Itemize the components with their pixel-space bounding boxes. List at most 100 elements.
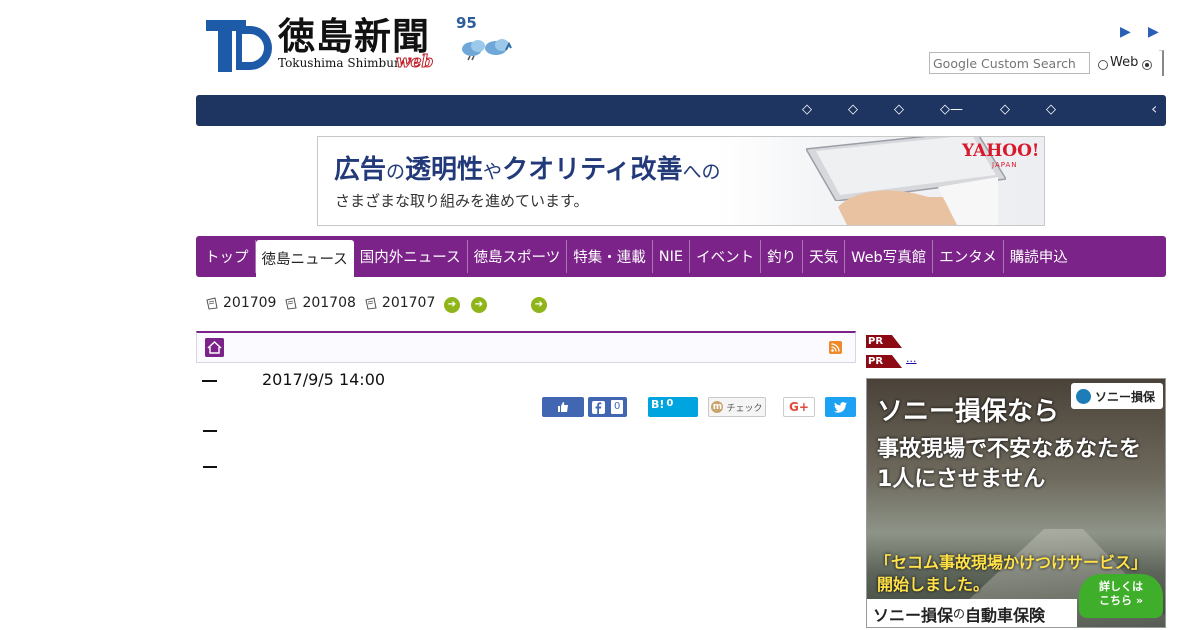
top-nav-bar: ◇ ◇ ◇ ◇— ◇ ◇ ‹ <box>196 95 1166 126</box>
hatena-count: 0 <box>666 398 674 409</box>
archive-link[interactable]: 201707 <box>365 295 435 311</box>
folder-icon <box>206 296 218 310</box>
footer-product: 自動車保険 <box>965 605 1046 625</box>
archive-label: 201707 <box>381 295 436 311</box>
footer-particle: の <box>953 607 966 621</box>
search-input[interactable] <box>929 52 1090 74</box>
sony-insurance-badge: ソニー損保 <box>1071 383 1163 409</box>
ad-headline: 広告の透明性やクオリティ改善への <box>334 149 721 186</box>
sidebar-ad-body: 事故現場で不安なあなたを 1人にさせません <box>877 435 1141 495</box>
pr-tag: PR <box>866 355 902 368</box>
arrow-right-circle-icon[interactable]: ➔ <box>471 297 487 313</box>
ad-subline: さまざまな取り組みを進めています。 <box>335 192 589 210</box>
twitter-button[interactable] <box>825 397 856 417</box>
ad-banner[interactable]: 広告の透明性やクオリティ改善への さまざまな取り組みを進めています。 YAHOO… <box>317 136 1045 226</box>
sidebar-ad-body-line: 事故現場で不安なあなたを <box>877 437 1142 462</box>
sidebar-ad-service: 「セコム事故現場かけつけサービス」 <box>875 553 1148 572</box>
facebook-like-button[interactable] <box>542 397 584 417</box>
tab-domestic-intl-news[interactable]: 国内外ニュース <box>354 240 468 273</box>
tab-web-photo[interactable]: Web写真館 <box>845 240 934 273</box>
content-placeholder <box>203 466 217 468</box>
search-scope-web-radio[interactable] <box>1142 60 1152 70</box>
pr-link[interactable]: ... <box>906 352 917 365</box>
arrow-right-circle-icon[interactable]: ➔ <box>444 297 460 313</box>
nav-item[interactable]: ◇— <box>940 102 963 117</box>
arrow-link-icon[interactable]: ▶ <box>1120 24 1131 40</box>
twitter-bird-icon <box>834 401 847 413</box>
tab-events[interactable]: イベント <box>690 240 762 273</box>
sidebar-ad-service-sub: 開始しました。 <box>877 575 990 594</box>
sidebar-ad-body-line: 1人にさせません <box>877 467 1046 492</box>
ad-headline-part: の <box>386 161 406 183</box>
td-logo-icon <box>206 20 272 72</box>
folder-icon <box>365 296 377 310</box>
mixi-icon: m <box>711 401 724 413</box>
page: 徳島新聞 Tokushima Shimbun web 95 ▶ ▶ Web ◇ … <box>0 0 1200 630</box>
footer-brand: ソニー損保 <box>873 605 954 625</box>
pr-tag: PR <box>866 335 902 348</box>
tab-tokushima-sports[interactable]: 徳島スポーツ <box>468 240 568 273</box>
folder-icon <box>285 296 298 310</box>
logo-subtitle: Tokushima Shimbun <box>278 56 402 70</box>
cloudy-weather-icon[interactable] <box>460 36 514 62</box>
thumbs-up-icon <box>558 402 568 412</box>
nav-item[interactable]: ◇ <box>802 102 812 117</box>
archive-label: 201709 <box>223 295 277 311</box>
tab-top[interactable]: トップ <box>199 240 256 273</box>
tab-tokushima-news[interactable]: 徳島ニュース <box>255 240 354 277</box>
arrow-right-circle-icon[interactable]: ➔ <box>531 297 547 313</box>
archive-links: 201709 201708 201707 <box>206 295 444 311</box>
ad-headline-part: 広告 <box>334 155 387 185</box>
mixi-check-button[interactable]: m チェック <box>708 397 766 417</box>
site-logo[interactable]: 徳島新聞 Tokushima Shimbun web <box>206 14 438 74</box>
details-button[interactable]: 詳しくは こちら » <box>1079 574 1163 618</box>
search-scope-site-radio[interactable] <box>1098 60 1108 70</box>
rss-icon[interactable] <box>829 341 842 354</box>
article-date: 2017/9/5 14:00 <box>262 370 386 389</box>
google-plus-button[interactable]: G+ <box>783 397 815 417</box>
yahoo-brand-sub: JAPAN <box>992 161 1018 169</box>
category-tabs: トップ 徳島ニュース 国内外ニュース 徳島スポーツ 特集・連載 NIE イベント… <box>196 236 1166 277</box>
details-button-label: こちら » <box>1099 594 1143 607</box>
sidebar-ad-headline: ソニー損保なら <box>877 397 1060 427</box>
mixi-label: チェック <box>726 403 763 414</box>
sidebar-ad[interactable]: ソニー損保 ソニー損保なら 事故現場で不安なあなたを 1人にさせません 「セコム… <box>866 378 1166 628</box>
nav-item[interactable]: ◇ <box>1000 102 1010 117</box>
search-button[interactable] <box>1159 50 1164 76</box>
ad-headline-part: クオリティ改善 <box>502 155 683 185</box>
hatena-bookmark-button[interactable]: B! 0 <box>648 397 698 417</box>
facebook-share-count: 0 <box>611 400 624 414</box>
archive-label: 201708 <box>302 295 356 311</box>
content-placeholder <box>203 430 217 432</box>
nav-item[interactable]: ◇ <box>894 102 904 117</box>
search-scope-web-label: Web <box>1110 55 1139 70</box>
nav-scroll-caret-icon[interactable]: ‹ <box>1151 99 1157 118</box>
details-button-label: 詳しくは <box>1099 580 1143 593</box>
yahoo-brand-logo: YAHOO! <box>962 141 1040 161</box>
article-header-bar <box>196 331 856 363</box>
arrow-link-icon[interactable]: ▶ <box>1148 24 1159 40</box>
ad-headline-part: 透明性 <box>405 155 484 185</box>
tab-weather[interactable]: 天気 <box>803 240 846 273</box>
facebook-icon <box>592 400 605 414</box>
sony-badge-label: ソニー損保 <box>1095 389 1156 404</box>
weather-value: 95 <box>456 14 477 32</box>
home-icon[interactable] <box>205 338 224 357</box>
archive-link[interactable]: 201708 <box>285 295 356 311</box>
tab-entertainment[interactable]: エンタメ <box>933 240 1004 273</box>
nav-item[interactable]: ◇ <box>848 102 858 117</box>
nav-item[interactable]: ◇ <box>1046 102 1056 117</box>
hatena-label: B! <box>651 398 665 411</box>
facebook-share-button[interactable]: 0 <box>588 397 627 417</box>
tab-subscribe[interactable]: 購読申込 <box>1004 240 1074 273</box>
tab-features[interactable]: 特集・連載 <box>567 240 653 273</box>
hand-image-icon <box>838 177 998 225</box>
tab-fishing[interactable]: 釣り <box>761 240 804 273</box>
headline-placeholder <box>202 380 217 382</box>
tab-nie[interactable]: NIE <box>653 240 691 273</box>
archive-link[interactable]: 201709 <box>206 295 276 311</box>
sidebar-ad-footer: ソニー損保の自動車保険 <box>867 599 1077 627</box>
ad-headline-part: への <box>682 161 721 183</box>
logo-web-mark: web <box>395 52 434 73</box>
ad-headline-part: や <box>483 161 503 183</box>
